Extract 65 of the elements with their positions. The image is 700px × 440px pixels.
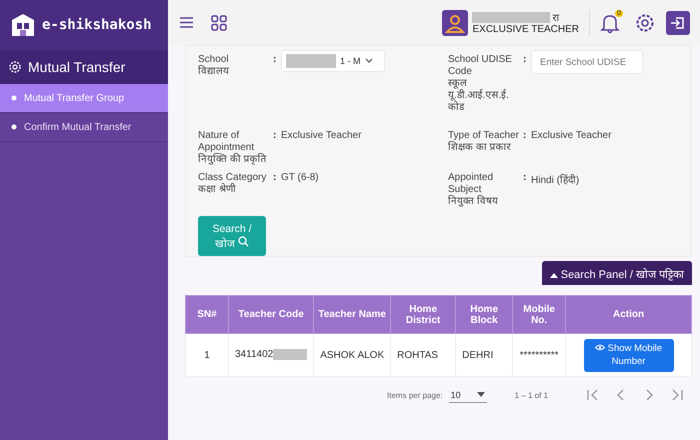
dot-icon [10,94,18,102]
field-value: GT (6-8) [281,172,319,183]
field-label: School [198,54,230,65]
field-label: Type of Teacher [448,130,520,141]
show-mobile-number-button[interactable]: Show Mobile Number [584,338,674,372]
logout-icon[interactable] [666,10,690,34]
column-header: Teacher Code [228,296,314,334]
column-header: Action [566,296,692,334]
logo-text: e-shikshakosh [42,17,152,33]
grid-icon[interactable] [211,14,227,30]
field-label-hindi: नियुक्त विषय [448,196,499,208]
search-icon [238,236,249,246]
table-cell: ********** [512,334,566,376]
user-avatar-icon[interactable] [442,10,468,36]
colon-text: : [523,130,528,141]
settings-icon [8,60,22,74]
sidebar-item[interactable]: Mutual Transfer Group [0,84,168,113]
table-cell: 3411402 [228,334,314,376]
field-label: Appointed Subject [448,172,494,195]
colon-text: : [273,130,278,141]
chevron-down-icon [364,58,373,64]
page-range: 1 – 1 of 1 [514,390,548,400]
items-per-page-label: Items per page: [387,390,443,400]
udise-input-field[interactable]: Enter School UDISE [531,50,643,74]
field-label-hindi: कक्षा श्रेणी [198,184,237,196]
settings-icon[interactable] [634,12,656,34]
field-value: Hindi (हिंदी) [531,173,580,186]
search-panel-toggle-button[interactable]: Search Panel / खोज पट्टिका [542,261,692,285]
colon-text: : [523,54,528,65]
colon-text: : [523,172,528,183]
table-cell: ASHOK ALOK [314,334,391,376]
table-cell: 1 [186,334,228,376]
field-value: Exclusive Teacher [281,130,362,141]
table-cell: ROHTAS [390,334,456,376]
redacted-block [286,54,336,68]
column-header: Home District [390,296,456,334]
column-header: SN# [186,296,228,334]
first-page-icon[interactable] [586,388,600,402]
table-cell: DEHRI [456,334,513,376]
eye-icon [595,344,606,351]
column-header: Teacher Name [314,296,391,334]
school-select[interactable]: 1 - M [281,50,385,72]
colon-text: : [273,172,278,183]
user-role: EXCLUSIVE TEACHER [472,24,579,35]
caret-up-icon [550,272,558,278]
redacted-block [273,349,308,360]
dot-icon [10,123,18,131]
field-label: Nature of Appointment [198,130,256,153]
field-label-hindi: नियुक्ति की प्रकृति [198,154,268,166]
column-header: Home Block [456,296,513,334]
field-label-hindi: शिक्षक का प्रकार [448,142,512,154]
caret-down-icon [476,392,485,397]
field-label-hindi: विद्यालय [198,66,230,78]
user-name: रा [552,12,560,24]
menu-icon[interactable] [180,17,193,28]
field-label: School UDISE Code [448,54,513,78]
last-page-icon[interactable] [670,388,684,402]
column-header: Mobile No. [512,296,566,334]
sidebar-heading-text: Mutual Transfer [28,59,126,75]
field-value: Exclusive Teacher [531,130,612,141]
page-size-select[interactable]: 10 [448,388,487,402]
sidebar-item[interactable]: Confirm Mutual Transfer [0,113,168,142]
field-label: Class Category [198,172,268,183]
field-label-hindi: स्कूल यू.डी.आई.एस.ई. कोड [448,78,510,114]
colon-text: : [273,54,278,65]
